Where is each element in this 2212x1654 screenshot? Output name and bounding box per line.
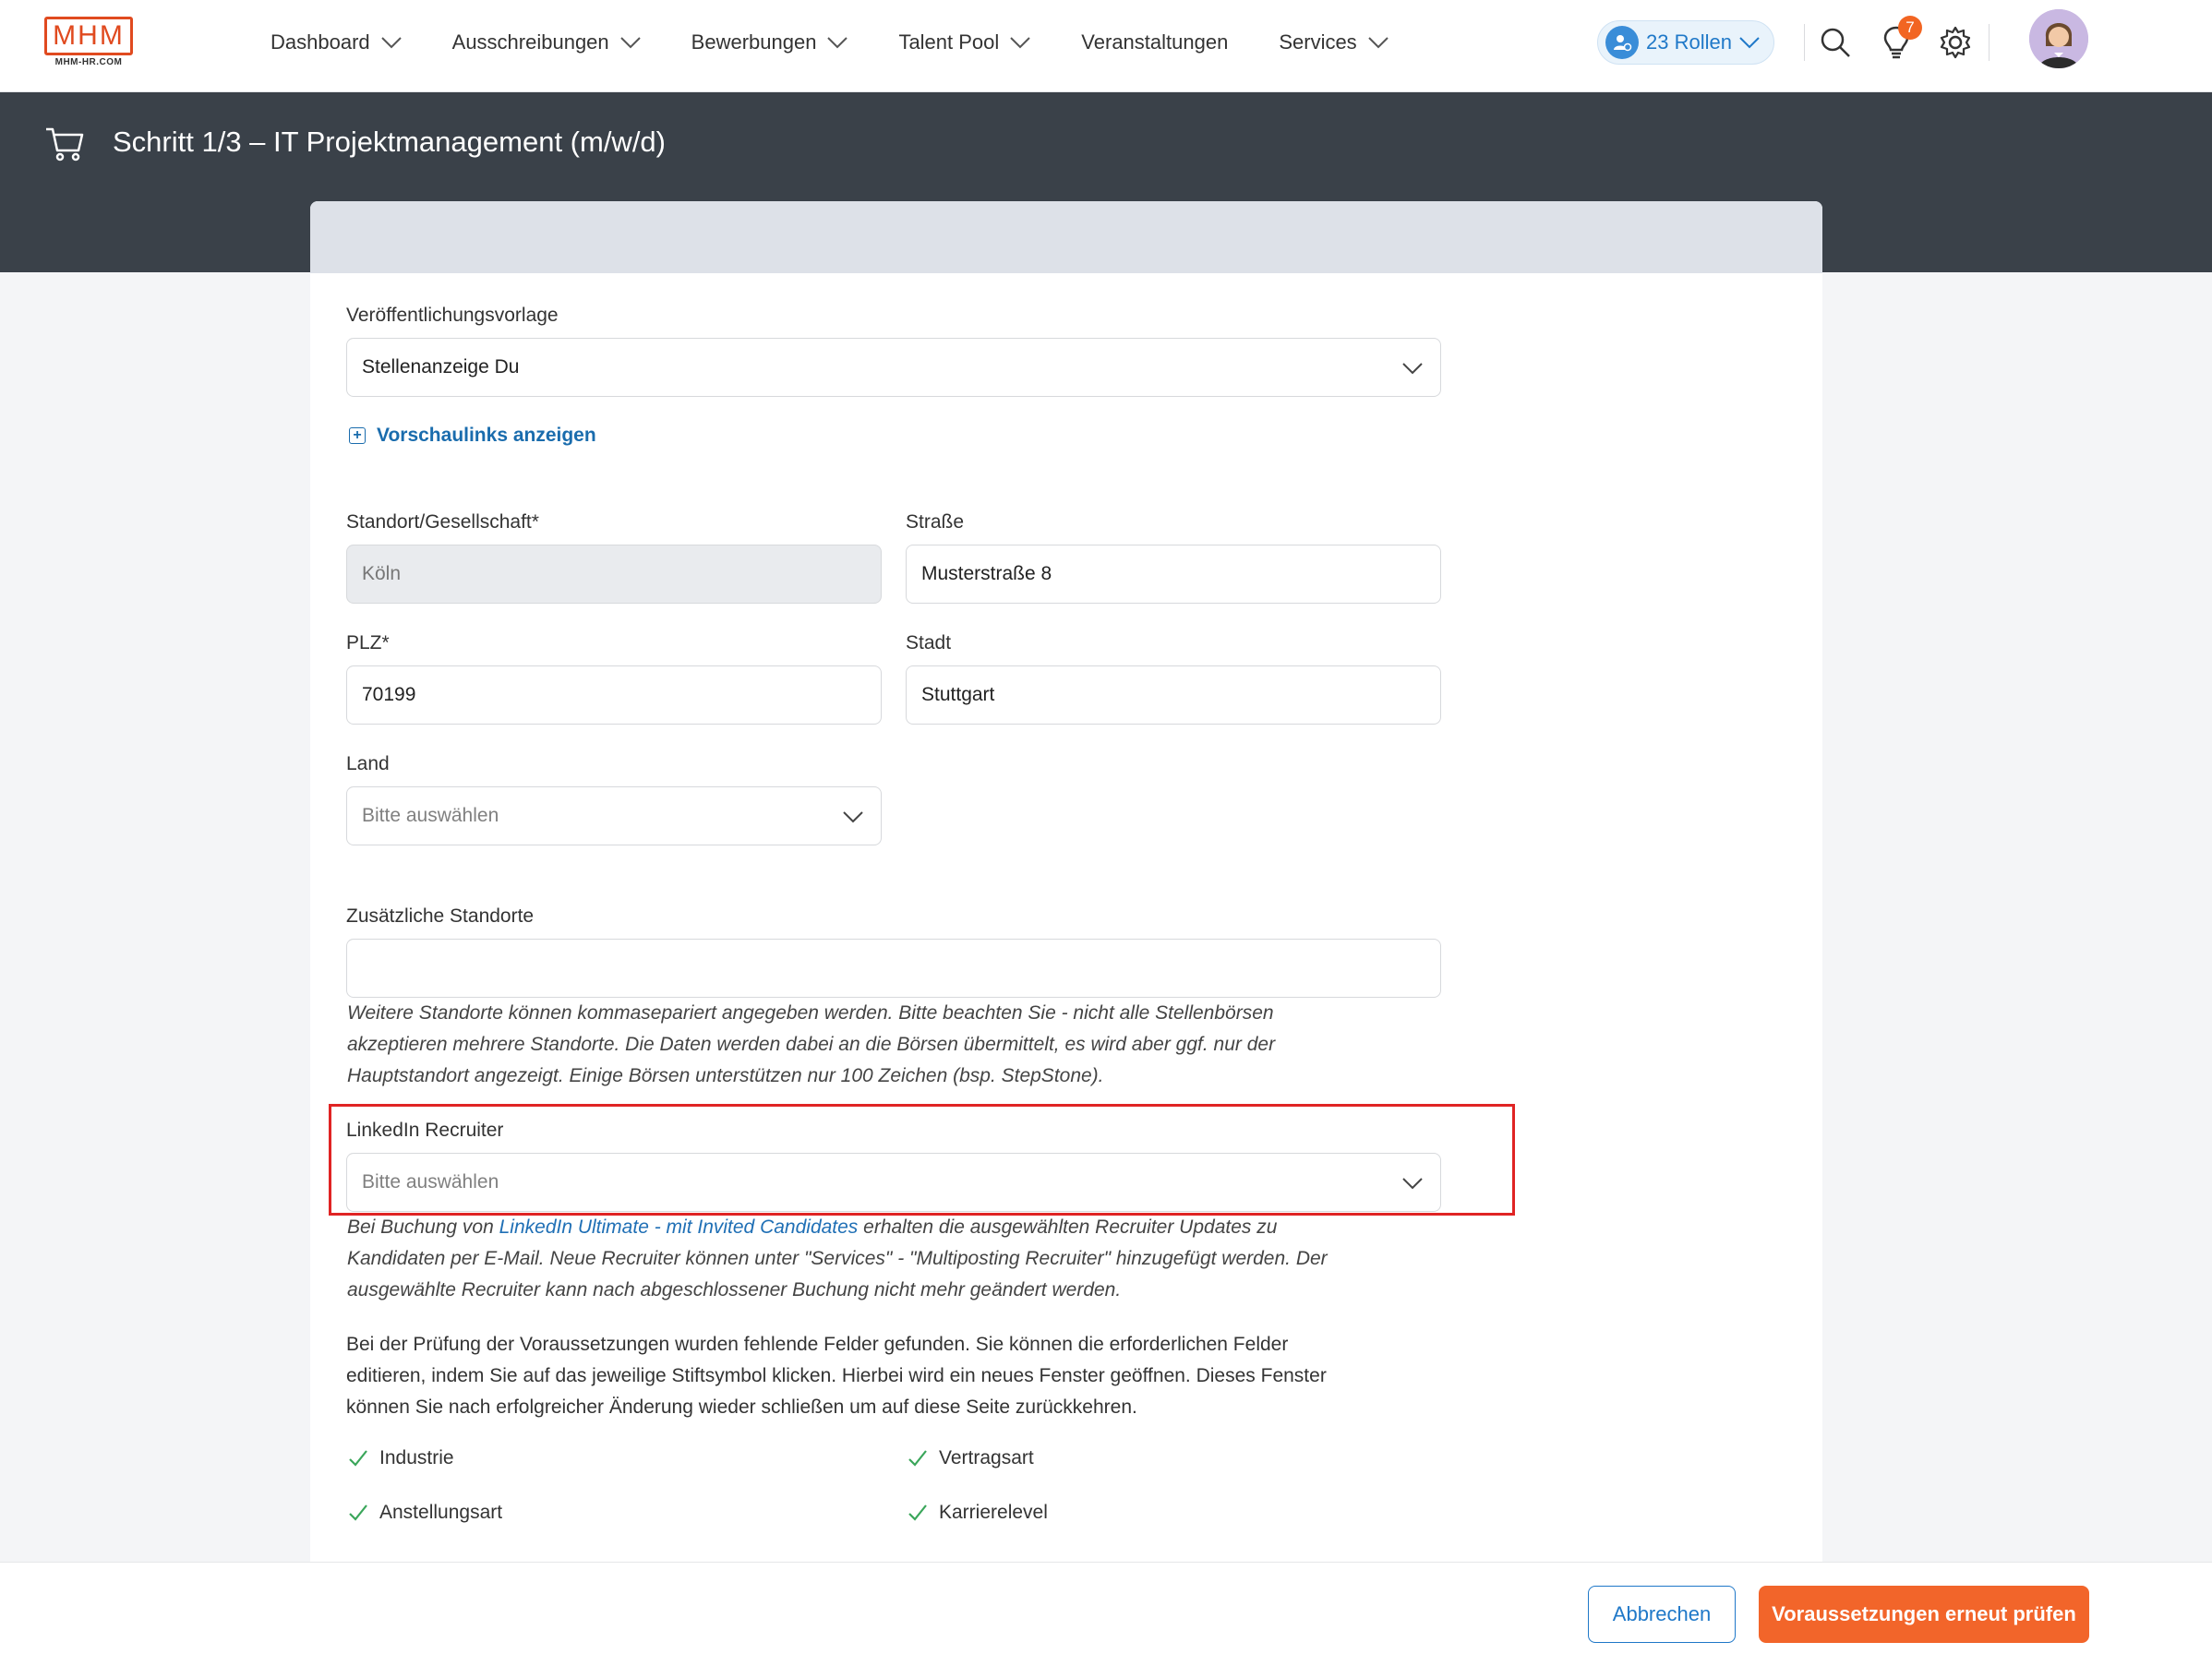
- nav-item-label: Talent Pool: [898, 30, 1000, 54]
- top-navigation: MHM MHM-HR.COM Dashboard Ausschreibungen…: [0, 0, 2212, 92]
- linkedin-recruiter-select[interactable]: Bitte auswählen: [346, 1153, 1441, 1212]
- country-label: Land: [346, 753, 390, 774]
- checkmark-icon: [349, 1504, 367, 1521]
- nav-item-ausschreibungen[interactable]: Ausschreibungen: [452, 30, 641, 54]
- checkmark-icon: [908, 1504, 927, 1521]
- requirements-text: Bei der Prüfung der Voraussetzungen wurd…: [346, 1329, 1473, 1423]
- search-icon[interactable]: [1817, 24, 1854, 61]
- chevron-down-icon: [1402, 1178, 1423, 1190]
- check-item-anstellungsart: Anstellungsart: [348, 1502, 502, 1524]
- cart-icon: [46, 127, 84, 162]
- zip-value: 70199: [362, 684, 416, 705]
- linkedin-ultimate-link[interactable]: LinkedIn Ultimate - mit Invited Candidat…: [499, 1217, 859, 1238]
- linkedin-recruiter-hint: Bei Buchung von LinkedIn Ultimate - mit …: [347, 1212, 1473, 1306]
- check-item-vertragsart: Vertragsart: [908, 1447, 1034, 1469]
- gear-icon[interactable]: [1937, 24, 1974, 61]
- roles-dropdown[interactable]: 23 Rollen: [1597, 20, 1774, 65]
- additional-locations-label: Zusätzliche Standorte: [346, 905, 535, 927]
- chevron-down-icon: [1402, 363, 1423, 375]
- preview-links-toggle[interactable]: + Vorschaulinks anzeigen: [349, 425, 596, 447]
- street-value: Musterstraße 8: [921, 563, 1052, 584]
- page-title: Schritt 1/3 – IT Projektmanagement (m/w/…: [113, 126, 666, 158]
- nav-item-label: Services: [1279, 30, 1357, 54]
- check-label: Anstellungsart: [379, 1502, 503, 1523]
- nav-item-services[interactable]: Services: [1279, 30, 1389, 54]
- city-field[interactable]: Stuttgart: [906, 665, 1441, 725]
- hint-line: ausgewählte Recruiter kann nach abgeschl…: [347, 1279, 1122, 1300]
- chevron-down-icon: [1010, 37, 1031, 49]
- hint-line: Hauptstandort angezeigt. Einige Börsen u…: [347, 1065, 1104, 1086]
- check-label: Karrierelevel: [939, 1502, 1048, 1523]
- chevron-down-icon: [827, 37, 848, 49]
- nav-item-talent-pool[interactable]: Talent Pool: [898, 30, 1031, 54]
- template-label: Veröffentlichungsvorlage: [346, 305, 559, 326]
- city-label: Stadt: [906, 632, 952, 653]
- zip-field[interactable]: 70199: [346, 665, 882, 725]
- user-roles-icon: [1605, 26, 1639, 59]
- hint-line: Weitere Standorte können kommasepariert …: [347, 1002, 1274, 1024]
- paragraph-line: können Sie nach erfolgreicher Änderung w…: [346, 1396, 1137, 1418]
- chevron-down-icon: [843, 811, 863, 823]
- hint-line: Bei Buchung von LinkedIn Ultimate - mit …: [347, 1212, 1473, 1243]
- recheck-requirements-button[interactable]: Voraussetzungen erneut prüfen: [1759, 1586, 2089, 1643]
- hint-line: Kandidaten per E-Mail. Neue Recruiter kö…: [347, 1248, 1328, 1269]
- checkmark-icon: [908, 1450, 927, 1467]
- chevron-down-icon: [1367, 37, 1389, 49]
- roles-label: 23 Rollen: [1646, 30, 1732, 54]
- hint-suffix: erhalten die ausgewählten Recruiter Upda…: [858, 1217, 1278, 1238]
- location-field: Köln: [346, 545, 882, 604]
- linkedin-recruiter-label: LinkedIn Recruiter: [346, 1120, 504, 1141]
- city-value: Stuttgart: [921, 684, 995, 705]
- checkmark-icon: [349, 1450, 367, 1467]
- additional-locations-hint: Weitere Standorte können kommasepariert …: [347, 998, 1473, 1092]
- nav-item-dashboard[interactable]: Dashboard: [270, 30, 402, 54]
- check-item-karrierelevel: Karrierelevel: [908, 1502, 1048, 1524]
- country-placeholder: Bitte auswählen: [362, 805, 499, 826]
- zip-label: PLZ*: [346, 632, 390, 653]
- nav-item-label: Bewerbungen: [691, 30, 817, 54]
- check-item-industrie: Industrie: [348, 1447, 454, 1469]
- notification-badge: 7: [1898, 16, 1922, 40]
- additional-locations-field[interactable]: [346, 939, 1441, 998]
- hint-line: akzeptieren mehrere Standorte. Die Daten…: [347, 1034, 1276, 1055]
- main-menu: Dashboard Ausschreibungen Bewerbungen Ta…: [270, 0, 1439, 85]
- nav-item-label: Dashboard: [270, 30, 370, 54]
- country-select[interactable]: Bitte auswählen: [346, 786, 882, 845]
- avatar[interactable]: [2029, 9, 2088, 68]
- template-select[interactable]: Stellenanzeige Du: [346, 338, 1441, 397]
- check-label: Industrie: [379, 1447, 454, 1468]
- template-value: Stellenanzeige Du: [362, 356, 520, 378]
- nav-item-veranstaltungen[interactable]: Veranstaltungen: [1081, 30, 1228, 54]
- plus-square-icon: +: [349, 427, 366, 444]
- nav-item-bewerbungen[interactable]: Bewerbungen: [691, 30, 848, 54]
- card-header: [310, 201, 1822, 273]
- chevron-down-icon: [1739, 37, 1760, 49]
- nav-item-label: Ausschreibungen: [451, 30, 609, 54]
- nav-item-label: Veranstaltungen: [1081, 30, 1229, 54]
- street-label: Straße: [906, 511, 965, 533]
- preview-links-label: Vorschaulinks anzeigen: [377, 425, 596, 446]
- location-value: Köln: [362, 563, 402, 584]
- logo-mark: MHM: [44, 17, 133, 55]
- location-label: Standort/Gesellschaft*: [346, 511, 539, 533]
- mhm-logo[interactable]: MHM MHM-HR.COM: [44, 17, 133, 72]
- check-label: Vertragsart: [939, 1447, 1034, 1468]
- logo-subtext: MHM-HR.COM: [54, 57, 123, 67]
- paragraph-line: editieren, indem Sie auf das jeweilige S…: [346, 1365, 1327, 1386]
- cancel-button[interactable]: Abbrechen: [1588, 1586, 1736, 1643]
- divider: [1804, 24, 1805, 61]
- divider: [1989, 24, 1990, 61]
- linkedin-recruiter-placeholder: Bitte auswählen: [362, 1171, 499, 1193]
- chevron-down-icon: [380, 37, 402, 49]
- street-field[interactable]: Musterstraße 8: [906, 545, 1441, 604]
- paragraph-line: Bei der Prüfung der Voraussetzungen wurd…: [346, 1334, 1289, 1355]
- chevron-down-icon: [619, 37, 641, 49]
- hint-prefix: Bei Buchung von: [347, 1217, 499, 1238]
